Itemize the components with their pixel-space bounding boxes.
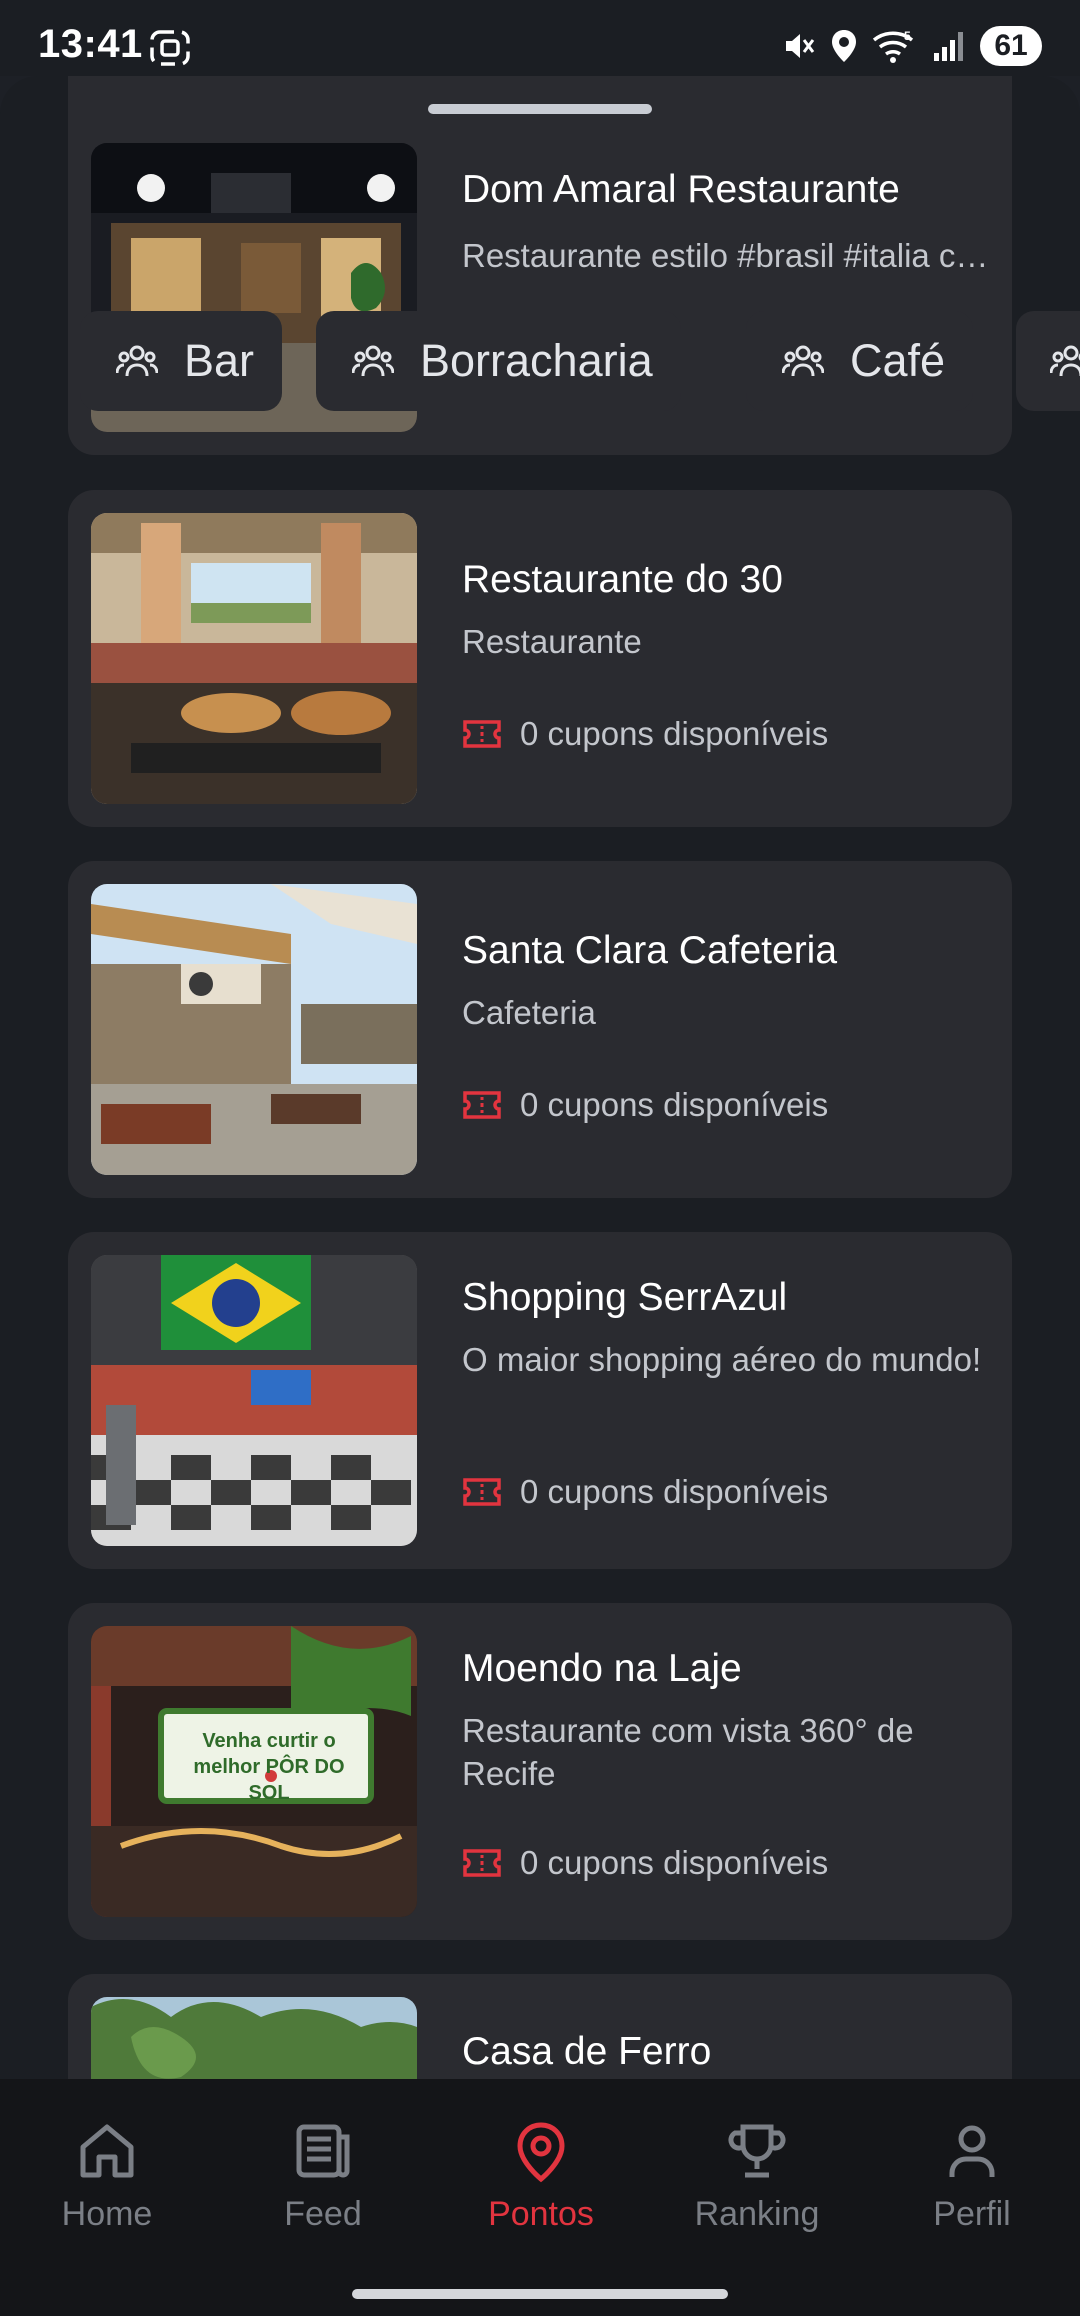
nav-feed[interactable]: Feed — [223, 2119, 423, 2249]
nav-perfil[interactable]: Perfil — [872, 2119, 1072, 2249]
home-indicator[interactable] — [352, 2289, 728, 2299]
place-photo — [91, 513, 417, 804]
category-chip-label: Café — [850, 335, 946, 386]
ticket-icon — [463, 720, 501, 748]
category-chip-cafe[interactable]: Café — [746, 311, 974, 411]
wifi-icon: 5 — [872, 29, 914, 63]
nav-label: Perfil — [933, 2195, 1011, 2233]
trophy-icon — [728, 2124, 786, 2178]
place-photo — [91, 884, 417, 1175]
signal-icon — [934, 32, 963, 61]
app-screen: 13:41 5 61 Dom Amaral Restaurante Restau… — [0, 0, 1080, 2316]
home-icon — [80, 2124, 134, 2178]
nav-ranking[interactable]: Ranking — [657, 2119, 857, 2249]
nav-label: Feed — [284, 2195, 362, 2233]
people-icon — [352, 345, 394, 377]
place-card[interactable]: Santa Clara Cafeteria Cafeteria 0 cupons… — [68, 861, 1012, 1198]
people-icon — [116, 345, 158, 377]
nav-label: Pontos — [488, 2195, 594, 2233]
place-photo: Venha curtir o melhor PÔR DO SOL — [91, 1626, 417, 1917]
place-title: Casa de Ferro — [462, 2030, 712, 2073]
place-card[interactable]: Casa de Ferro — [68, 1974, 1012, 2079]
coupon-count: 0 cupons disponíveis — [462, 1470, 828, 1514]
place-description: Cafeteria — [462, 994, 596, 1031]
place-title: Restaurante do 30 — [462, 558, 783, 601]
location-icon — [832, 30, 856, 62]
svg-text:5: 5 — [904, 29, 911, 43]
places-sheet[interactable]: Dom Amaral Restaurante Restaurante estil… — [0, 76, 1080, 2079]
place-title: Moendo na Laje — [462, 1647, 742, 1690]
ticket-icon — [463, 1849, 501, 1877]
sheet-drag-handle[interactable] — [428, 104, 652, 114]
place-description: Restaurante — [462, 623, 642, 660]
place-photo — [91, 1255, 417, 1546]
nav-label: Home — [61, 2195, 153, 2233]
status-icons: 5 61 — [782, 24, 1042, 68]
place-description: O maior shopping aéreo do mundo! — [462, 1341, 982, 1378]
coupon-count: 0 cupons disponíveis — [462, 712, 828, 756]
feed-icon — [296, 2124, 350, 2178]
category-chip-more[interactable] — [1016, 311, 1080, 411]
nav-label: Ranking — [694, 2195, 820, 2233]
nav-pontos[interactable]: Pontos — [441, 2119, 641, 2249]
category-chip-bar[interactable]: Bar — [80, 311, 283, 411]
ticket-icon — [463, 1091, 501, 1119]
battery-indicator: 61 — [980, 26, 1042, 66]
places-list[interactable]: Dom Amaral Restaurante Restaurante estil… — [0, 76, 1080, 2079]
photo-sign-text: Venha curtir o melhor PÔR DO SOL — [193, 1730, 345, 1804]
people-icon — [1050, 345, 1080, 377]
category-chip-borracharia[interactable]: Borracharia — [316, 311, 681, 411]
mute-icon — [786, 34, 815, 58]
screenshot-icon — [150, 30, 190, 66]
place-description: Restaurante estilo #brasil #italia com d… — [462, 237, 992, 274]
location-pin-icon — [517, 2122, 565, 2183]
place-title: Shopping SerrAzul — [462, 1276, 788, 1319]
coupon-count-label: 0 cupons disponíveis — [520, 1844, 829, 1881]
place-title: Santa Clara Cafeteria — [462, 929, 838, 972]
person-icon — [949, 2125, 995, 2177]
bottom-navigation: Home Feed Pontos Ranking Perfil — [0, 2079, 1080, 2316]
ticket-icon — [463, 1478, 501, 1506]
status-bar: 13:41 5 61 — [0, 0, 1080, 76]
coupon-count-label: 0 cupons disponíveis — [520, 715, 829, 752]
status-time: 13:41 — [38, 22, 143, 66]
place-photo — [91, 1997, 417, 2079]
category-chip-label: Bar — [184, 335, 255, 386]
place-title: Dom Amaral Restaurante — [462, 168, 900, 211]
coupon-count: 0 cupons disponíveis — [462, 1841, 828, 1885]
coupon-count: 0 cupons disponíveis — [462, 1083, 828, 1127]
coupon-count-label: 0 cupons disponíveis — [520, 1473, 829, 1510]
people-icon — [782, 345, 824, 377]
nav-home[interactable]: Home — [7, 2119, 207, 2249]
place-card[interactable]: Venha curtir o melhor PÔR DO SOL Moendo … — [68, 1603, 1012, 1940]
category-chip-label: Borracharia — [420, 335, 653, 386]
place-card[interactable]: Shopping SerrAzul O maior shopping aéreo… — [68, 1232, 1012, 1569]
coupon-count-label: 0 cupons disponíveis — [520, 1086, 829, 1123]
place-card[interactable]: Restaurante do 30 Restaurante 0 cupons d… — [68, 490, 1012, 827]
place-description: Restaurante com vista 360° de Recife — [462, 1712, 914, 1792]
